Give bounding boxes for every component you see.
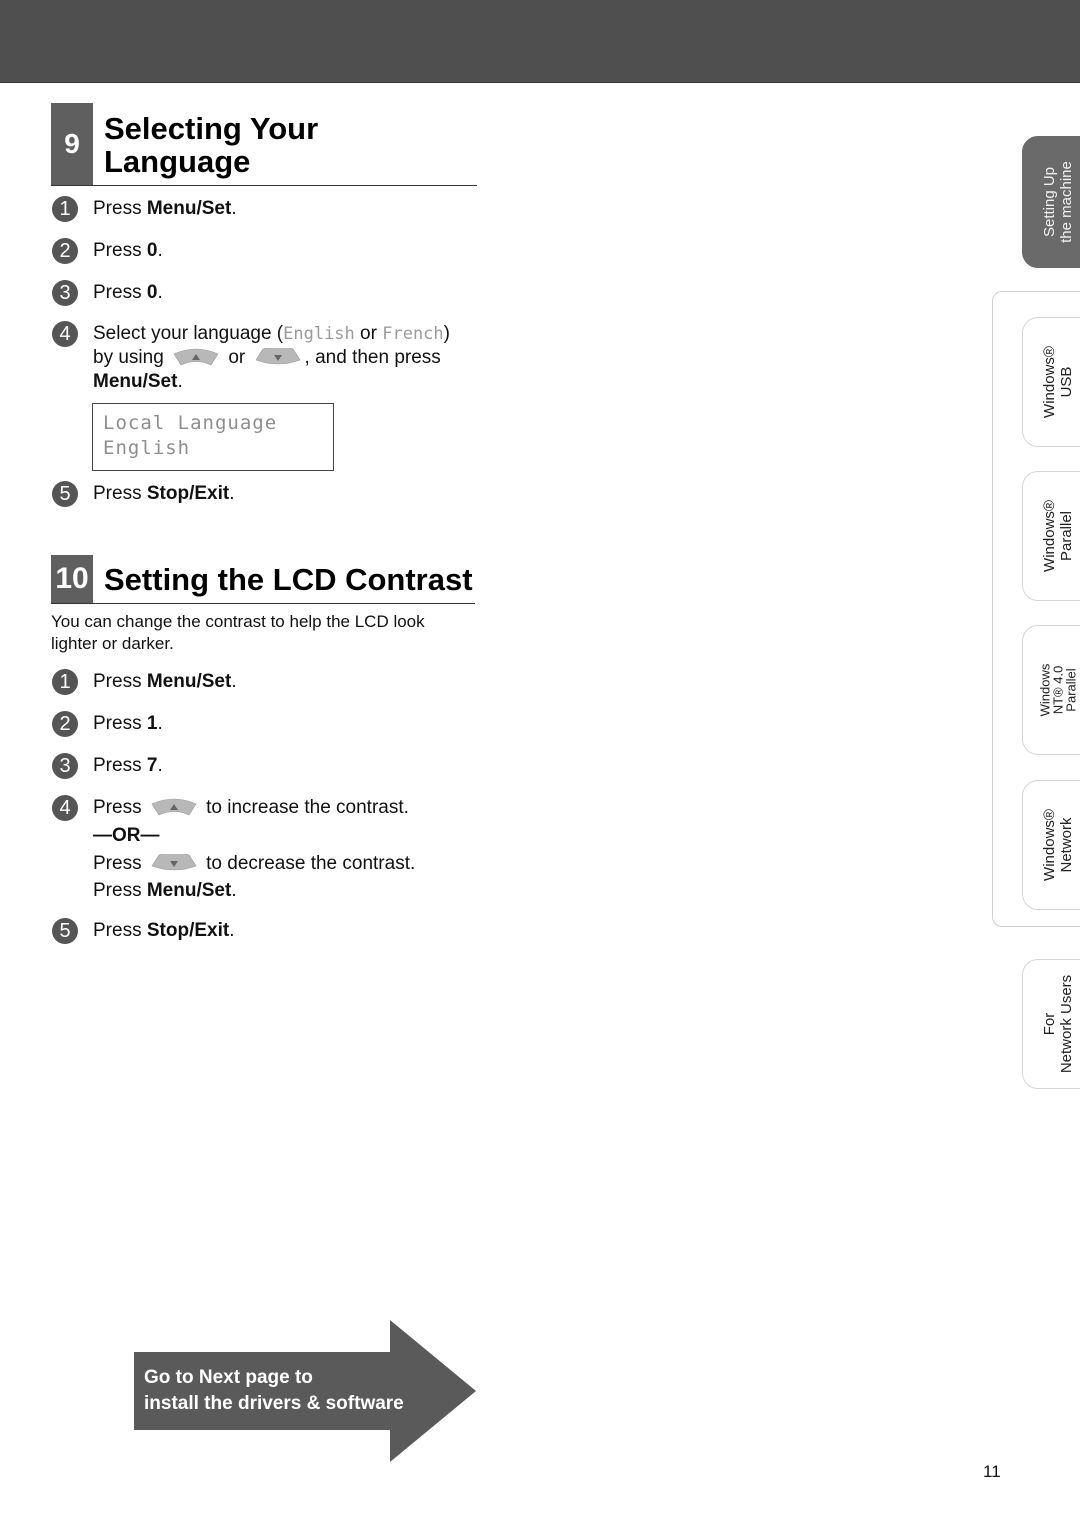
down-arrow-key-icon [255, 348, 300, 365]
section-title: Setting the LCD Contrast [104, 562, 473, 597]
section-title-line2: Language [104, 144, 251, 179]
section-10-header: 10 Setting the LCD Contrast [51, 555, 475, 604]
next-page-label[interactable]: Go to Next page to install the drivers &… [144, 1365, 404, 1417]
step-number-badge: 4 [52, 795, 78, 821]
page-number: 11 [983, 1462, 1001, 1481]
step-number-badge: 2 [52, 711, 78, 737]
step-number-badge: 5 [52, 481, 78, 507]
key-name: 7 [146, 755, 158, 776]
side-tab-windows-usb[interactable]: Windows® USB [1022, 317, 1080, 447]
key-name: Menu/Set [146, 671, 232, 692]
side-tab-windows-nt-parallel[interactable]: Windows NT® 4.0 Parallel [1022, 625, 1080, 755]
step-number-badge: 3 [52, 753, 78, 779]
step-number-badge: 5 [52, 918, 78, 944]
side-tab-network-users[interactable]: For Network Users [1022, 959, 1080, 1089]
header-bar [0, 0, 1080, 83]
up-arrow-key-icon [173, 348, 219, 366]
key-name: Menu/Set [146, 198, 232, 219]
side-tab-setting-up[interactable]: Setting Up the machine [1022, 136, 1080, 268]
step-number-badge: 3 [52, 280, 78, 306]
lcd-display: Local Language English [92, 403, 334, 471]
section-title-line1: Selecting Your [104, 111, 319, 146]
step-number-badge: 2 [52, 238, 78, 264]
side-tab-windows-network[interactable]: Windows® Network [1022, 780, 1080, 910]
key-name: Stop/Exit [146, 920, 230, 941]
key-name: 0 [146, 282, 158, 303]
lcd-option-french: French [382, 324, 444, 344]
side-tab-windows-parallel[interactable]: Windows® Parallel [1022, 471, 1080, 601]
section-intro: You can change the contrast to help the … [51, 612, 425, 653]
up-arrow-key-icon [151, 798, 197, 816]
key-name: Menu/Set [146, 880, 232, 901]
key-name: 1 [146, 713, 158, 734]
step-number-badge: 1 [52, 669, 78, 695]
key-name: 0 [146, 240, 158, 261]
lcd-line-1: Local Language [103, 412, 278, 434]
lcd-line-2: English [103, 437, 191, 459]
key-name: Stop/Exit [146, 483, 230, 504]
section-number: 9 [51, 103, 93, 185]
section-9-header: 9 Selecting Your Language [51, 103, 477, 186]
or-separator: —OR— [93, 825, 160, 846]
step-number-badge: 4 [52, 321, 78, 347]
key-name: Menu/Set [93, 371, 178, 392]
step-number-badge: 1 [52, 196, 78, 222]
down-arrow-key-icon [151, 854, 197, 871]
section-number: 10 [51, 555, 93, 603]
lcd-option-english: English [283, 324, 355, 344]
